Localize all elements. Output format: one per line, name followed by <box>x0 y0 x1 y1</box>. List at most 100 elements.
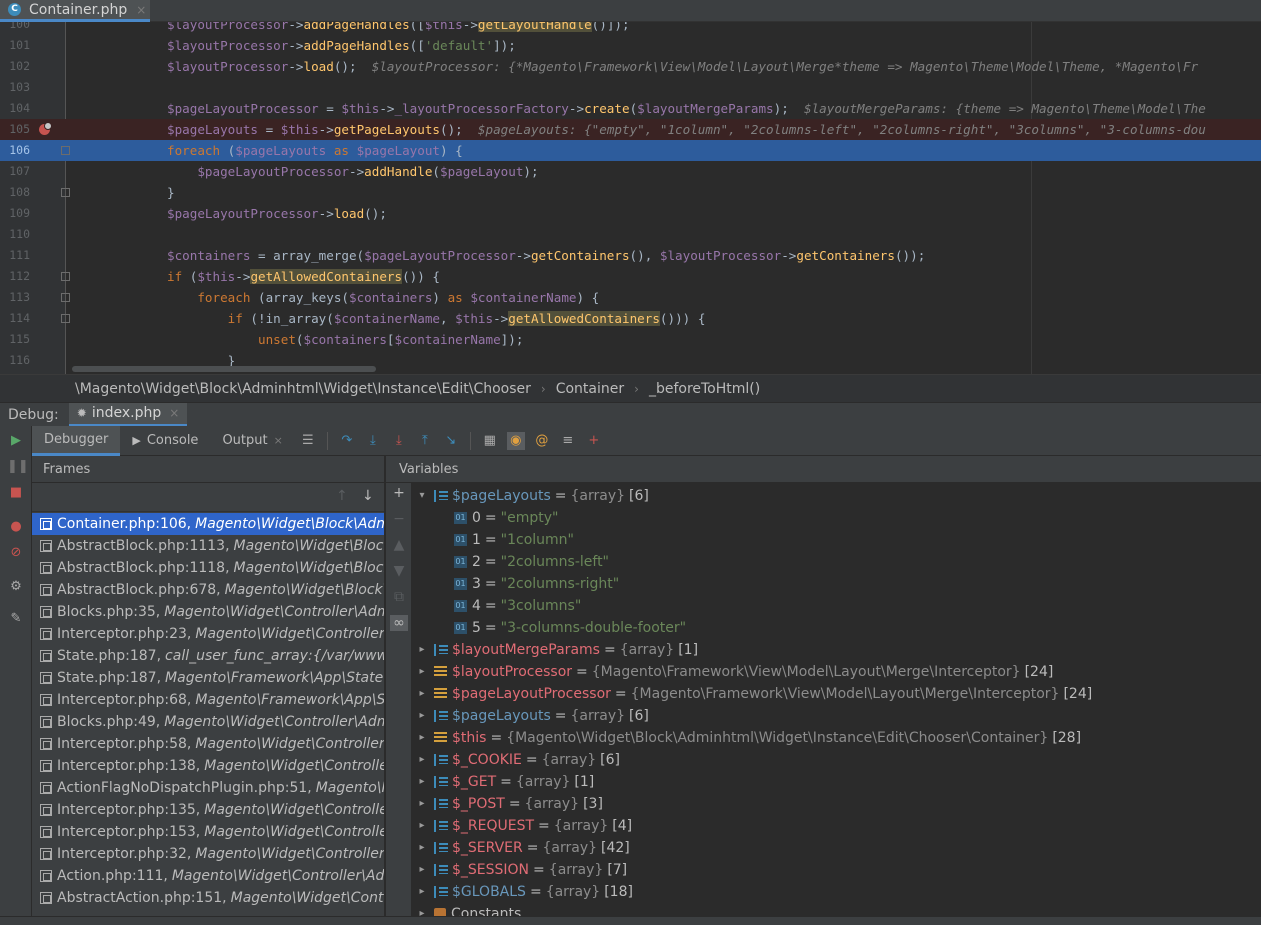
variable-row[interactable]: ▸ $_COOKIE = {array} [6] <box>416 749 620 771</box>
run-to-cursor-icon[interactable]: ↘ <box>442 432 460 450</box>
frame-item[interactable]: State.php:187, Magento\Framework\App\Stat… <box>32 667 384 689</box>
code-line[interactable]: 109 $pageLayoutProcessor->load(); <box>0 203 1261 224</box>
frame-item[interactable]: Interceptor.php:135, Magento\Widget\Contr… <box>32 799 384 821</box>
variable-row[interactable]: ▸ $this = {Magento\Widget\Block\Adminhtml\W… <box>416 727 1081 749</box>
variable-row[interactable]: ▸ $layoutMergeParams = {array} [1] <box>416 639 698 661</box>
frame-item[interactable]: Container.php:106, Magento\Widget\Block\A… <box>32 513 384 535</box>
frame-item[interactable]: Action.php:111, Magento\Widget\Controller… <box>32 865 384 887</box>
tab-output[interactable]: Output × <box>210 426 294 456</box>
frame-item[interactable]: AbstractAction.php:151, Magento\Widget\Co… <box>32 887 384 909</box>
code-line[interactable]: 101 $layoutProcessor->addPageHandles(['de… <box>0 35 1261 56</box>
variable-row[interactable]: 01 1 = "1column" <box>454 529 574 551</box>
variable-row[interactable]: 01 3 = "2columns-right" <box>454 573 619 595</box>
code-line[interactable]: 114 if (!in_array($containerName, $this-… <box>0 308 1261 329</box>
editor-tab-container-php[interactable]: C Container.php × <box>0 0 150 22</box>
code-line[interactable]: 102 $layoutProcessor->load(); $layoutProc… <box>0 56 1261 77</box>
frame-item[interactable]: AbstractBlock.php:678, Magento\Widget\Blo… <box>32 579 384 601</box>
step-into-icon[interactable]: ⤓ <box>364 432 382 450</box>
add-icon[interactable]: + <box>390 485 408 501</box>
copy-icon[interactable]: ⧉ <box>390 589 408 605</box>
code-line[interactable]: 115 unset($containers[$containerName]); <box>0 329 1261 350</box>
frame-item[interactable]: Interceptor.php:68, Magento\Framework\App… <box>32 689 384 711</box>
variable-row[interactable]: 01 0 = "empty" <box>454 507 558 529</box>
frame-item[interactable]: AbstractBlock.php:1113, Magento\Widget\Bl… <box>32 535 384 557</box>
variable-row[interactable]: ▸ $_REQUEST = {array} [4] <box>416 815 632 837</box>
remove-icon[interactable]: − <box>390 511 408 527</box>
code-line[interactable]: 112 if ($this->getAllowedContainers()) { <box>0 266 1261 287</box>
code-line[interactable]: 108} <box>0 182 1261 203</box>
variable-row[interactable]: 01 2 = "2columns-left" <box>454 551 609 573</box>
frame-item[interactable]: Interceptor.php:58, Magento\Widget\Contro… <box>32 733 384 755</box>
code-line[interactable]: 100 $layoutProcessor->addPageHandles([$th… <box>0 22 1261 35</box>
breakpoint-icon[interactable] <box>39 122 52 135</box>
close-icon[interactable]: × <box>169 406 179 420</box>
variable-row[interactable]: 01 5 = "3-columns-double-footer" <box>454 617 686 639</box>
chevron-right-icon[interactable]: ▸ <box>416 683 428 705</box>
frame-item[interactable]: Blocks.php:49, Magento\Widget\Controller\… <box>32 711 384 733</box>
arrow-down-icon[interactable]: ↓ <box>362 488 374 504</box>
fold-icon[interactable] <box>61 146 70 155</box>
step-out-icon[interactable]: ⤒ <box>416 432 434 450</box>
code-line[interactable]: 106 foreach ($pageLayouts as $pageLayout)… <box>0 140 1261 161</box>
fold-icon[interactable] <box>61 272 70 281</box>
frame-item[interactable]: ActionFlagNoDispatchPlugin.php:51, Magent… <box>32 777 384 799</box>
frame-item[interactable]: Interceptor.php:153, Magento\Widget\Contr… <box>32 821 384 843</box>
mute-breakpoints-icon[interactable]: ⊘ <box>7 544 25 562</box>
chevron-right-icon[interactable]: ▸ <box>416 859 428 881</box>
code-editor[interactable]: 100 $layoutProcessor->addPageHandles([$th… <box>0 22 1261 374</box>
variable-row[interactable]: ▸ $_POST = {array} [3] <box>416 793 602 815</box>
chevron-down-icon[interactable]: ▾ <box>416 485 428 507</box>
arrow-up-icon[interactable]: ↑ <box>336 488 348 504</box>
frame-item[interactable]: Interceptor.php:23, Magento\Widget\Contro… <box>32 623 384 645</box>
variable-row[interactable]: ▸ $_GET = {array} [1] <box>416 771 594 793</box>
glasses-icon[interactable]: ∞ <box>390 615 408 631</box>
add-watch-icon[interactable]: + <box>585 432 603 450</box>
arrow-down-icon[interactable]: ▼ <box>390 563 408 579</box>
code-line[interactable]: 110 <box>0 224 1261 245</box>
chevron-right-icon[interactable]: ▸ <box>416 727 428 749</box>
settings-icon[interactable]: ⚙ <box>7 578 25 596</box>
tab-console[interactable]: ▶ Console <box>120 426 210 456</box>
frame-item[interactable]: State.php:187, call_user_func_array:{/var… <box>32 645 384 667</box>
resume-icon[interactable]: ▶ <box>7 432 25 450</box>
frame-item[interactable]: Interceptor.php:32, Magento\Widget\Contro… <box>32 843 384 865</box>
fold-icon[interactable] <box>61 314 70 323</box>
close-icon[interactable]: × <box>274 434 283 447</box>
chevron-right-icon[interactable]: ▸ <box>416 749 428 771</box>
frame-item[interactable]: AbstractBlock.php:1118, Magento\Widget\Bl… <box>32 557 384 579</box>
frame-item[interactable]: Interceptor.php:138, Magento\Widget\Contr… <box>32 755 384 777</box>
code-line[interactable]: 104 $pageLayoutProcessor = $this->_layout… <box>0 98 1261 119</box>
chevron-right-icon[interactable]: ▸ <box>416 771 428 793</box>
breadcrumb-method[interactable]: _beforeToHtml() <box>649 381 760 397</box>
code-line[interactable]: 105 $pageLayouts = $this->getPageLayouts(… <box>0 119 1261 140</box>
variable-row[interactable]: 01 4 = "3columns" <box>454 595 581 617</box>
chevron-right-icon[interactable]: ▸ <box>416 815 428 837</box>
stop-icon[interactable]: ■ <box>7 484 25 502</box>
fold-icon[interactable] <box>61 188 70 197</box>
close-icon[interactable]: × <box>136 3 146 17</box>
break-at-first-line-icon[interactable]: ◉ <box>506 431 525 450</box>
code-line[interactable]: 113 foreach (array_keys($containers) as … <box>0 287 1261 308</box>
fold-icon[interactable] <box>61 293 70 302</box>
chevron-right-icon[interactable]: ▸ <box>416 793 428 815</box>
arrow-up-icon[interactable]: ▲ <box>390 537 408 553</box>
code-line[interactable]: 111 $containers = array_merge($pageLayout… <box>0 245 1261 266</box>
chevron-right-icon[interactable]: ▸ <box>416 881 428 903</box>
chevron-right-icon[interactable]: ▸ <box>416 837 428 859</box>
variable-row[interactable]: ▸ $_SESSION = {array} [7] <box>416 859 627 881</box>
horizontal-scrollbar[interactable] <box>72 366 376 372</box>
frame-item[interactable]: Blocks.php:35, Magento\Widget\Controller\… <box>32 601 384 623</box>
tab-debugger[interactable]: Debugger <box>32 425 121 456</box>
pin-icon[interactable]: ✎ <box>7 610 25 628</box>
watch-icon[interactable]: @ <box>533 432 551 450</box>
variable-row[interactable]: ▸ $pageLayouts = {array} [6] <box>416 705 648 727</box>
force-step-into-icon[interactable]: ⤓ <box>390 432 408 450</box>
show-execution-point-icon[interactable]: ☰ <box>299 432 317 450</box>
step-over-icon[interactable]: ↷ <box>338 432 356 450</box>
variable-row[interactable]: ▸ $pageLayoutProcessor = {Magento\Framework… <box>416 683 1092 705</box>
view-breakpoints-icon[interactable]: ● <box>7 518 25 536</box>
variable-row[interactable]: ▸ $GLOBALS = {array} [18] <box>416 881 632 903</box>
variable-row[interactable]: ▸ $_SERVER = {array} [42] <box>416 837 629 859</box>
debug-session-tab[interactable]: ✹ index.php × <box>68 402 188 427</box>
pause-icon[interactable]: ❚❚ <box>7 458 29 476</box>
